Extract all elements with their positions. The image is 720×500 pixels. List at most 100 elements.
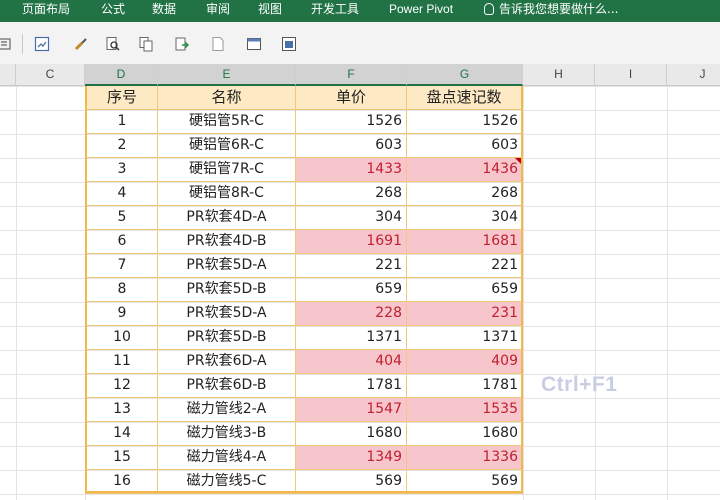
cell-name[interactable]: 磁力管线4-A [158, 446, 296, 470]
table-row: 14 磁力管线3-B 1680 1680 [85, 422, 523, 446]
cell-price[interactable]: 221 [296, 254, 407, 278]
table-row: 4 硬铝管8R-C 268 268 [85, 182, 523, 206]
copy-icon[interactable] [138, 36, 154, 52]
cell-price[interactable]: 304 [296, 206, 407, 230]
cell-name[interactable]: PR软套4D-B [158, 230, 296, 254]
ribbon-tab-bar: 页面布局 公式 数据 审阅 视图 开发工具 Power Pivot 告诉我您想要… [0, 0, 720, 22]
cell-index[interactable]: 13 [85, 398, 158, 422]
cell-count[interactable]: 603 [407, 134, 523, 158]
comment-indicator-icon[interactable] [515, 158, 521, 164]
cell-index[interactable]: 8 [85, 278, 158, 302]
cell-price[interactable]: 1433 [296, 158, 407, 182]
cell-name[interactable]: PR软套5D-A [158, 302, 296, 326]
cell-index[interactable]: 6 [85, 230, 158, 254]
cell-count[interactable]: 1436 [407, 158, 523, 182]
cell-name[interactable]: 硬铝管6R-C [158, 134, 296, 158]
column-header-b[interactable] [0, 64, 16, 86]
cell-price[interactable]: 1691 [296, 230, 407, 254]
table-row: 15 磁力管线4-A 1349 1336 [85, 446, 523, 470]
cell-index[interactable]: 15 [85, 446, 158, 470]
refresh-icon[interactable] [34, 36, 50, 52]
cell-name[interactable]: PR软套6D-B [158, 374, 296, 398]
cell-count[interactable]: 1535 [407, 398, 523, 422]
cell-name[interactable]: PR软套5D-B [158, 278, 296, 302]
cell-count[interactable]: 659 [407, 278, 523, 302]
table-row: 5 PR软套4D-A 304 304 [85, 206, 523, 230]
cell-price[interactable]: 268 [296, 182, 407, 206]
tell-me-box[interactable]: 告诉我您想要做什么... [484, 0, 618, 22]
column-header-h[interactable]: H [523, 64, 595, 86]
cell-price[interactable]: 404 [296, 350, 407, 374]
cell-price[interactable]: 1547 [296, 398, 407, 422]
cell-name[interactable]: PR软套5D-B [158, 326, 296, 350]
tab-review[interactable]: 审阅 [206, 0, 230, 22]
header-name[interactable]: 名称 [158, 86, 296, 110]
header-index[interactable]: 序号 [85, 86, 158, 110]
cell-index[interactable]: 10 [85, 326, 158, 350]
tab-page-layout[interactable]: 页面布局 [22, 0, 70, 22]
cell-price[interactable]: 1680 [296, 422, 407, 446]
cell-index[interactable]: 14 [85, 422, 158, 446]
cell-name[interactable]: PR软套4D-A [158, 206, 296, 230]
tab-formulas[interactable]: 公式 [101, 0, 125, 22]
cell-name[interactable]: PR软套5D-A [158, 254, 296, 278]
cell-name[interactable]: 磁力管线2-A [158, 398, 296, 422]
cell-count[interactable]: 1371 [407, 326, 523, 350]
cell-count[interactable]: 304 [407, 206, 523, 230]
cell-count[interactable]: 268 [407, 182, 523, 206]
brush-icon[interactable] [73, 36, 89, 52]
cell-count[interactable]: 1781 [407, 374, 523, 398]
cell-count[interactable]: 1336 [407, 446, 523, 470]
tab-data[interactable]: 数据 [152, 0, 176, 22]
grid-line [595, 86, 596, 500]
column-header-i[interactable]: I [595, 64, 667, 86]
cell-price[interactable]: 1781 [296, 374, 407, 398]
sort-icon[interactable] [0, 36, 12, 52]
file-icon[interactable] [210, 36, 226, 52]
cell-index[interactable]: 1 [85, 110, 158, 134]
cell-count[interactable]: 231 [407, 302, 523, 326]
cell-count[interactable]: 1680 [407, 422, 523, 446]
table-row: 3 硬铝管7R-C 1433 1436 [85, 158, 523, 182]
column-header-j[interactable]: J [667, 64, 720, 86]
paste-icon[interactable] [174, 36, 190, 52]
cell-index[interactable]: 11 [85, 350, 158, 374]
table-row: 10 PR软套5D-B 1371 1371 [85, 326, 523, 350]
cell-price[interactable]: 1349 [296, 446, 407, 470]
tab-power-pivot[interactable]: Power Pivot [389, 0, 453, 22]
cell-count[interactable]: 221 [407, 254, 523, 278]
save-icon[interactable] [281, 36, 297, 52]
column-header-g[interactable]: G [407, 64, 523, 86]
cell-price[interactable]: 1371 [296, 326, 407, 350]
cell-index[interactable]: 3 [85, 158, 158, 182]
header-price[interactable]: 单价 [296, 86, 407, 110]
cell-count[interactable]: 409 [407, 350, 523, 374]
cell-index[interactable]: 7 [85, 254, 158, 278]
cell-price[interactable]: 1526 [296, 110, 407, 134]
header-count[interactable]: 盘点速记数 [407, 86, 523, 110]
cell-index[interactable]: 9 [85, 302, 158, 326]
cell-name[interactable]: 硬铝管8R-C [158, 182, 296, 206]
cell-name[interactable]: 硬铝管7R-C [158, 158, 296, 182]
column-header-f[interactable]: F [296, 64, 407, 86]
cell-index[interactable]: 2 [85, 134, 158, 158]
window-icon[interactable] [246, 36, 262, 52]
cell-name[interactable]: PR软套6D-A [158, 350, 296, 374]
column-header-e[interactable]: E [158, 64, 296, 86]
cell-count[interactable]: 1681 [407, 230, 523, 254]
column-header-d[interactable]: D [85, 64, 158, 86]
cell-index[interactable]: 5 [85, 206, 158, 230]
zoom-icon[interactable] [105, 36, 121, 52]
tab-developer[interactable]: 开发工具 [311, 0, 359, 22]
column-header-c[interactable]: C [16, 64, 85, 86]
cell-price[interactable]: 659 [296, 278, 407, 302]
grid-line [523, 86, 524, 500]
cell-price[interactable]: 603 [296, 134, 407, 158]
cell-index[interactable]: 12 [85, 374, 158, 398]
cell-name[interactable]: 硬铝管5R-C [158, 110, 296, 134]
cell-index[interactable]: 4 [85, 182, 158, 206]
cell-count[interactable]: 1526 [407, 110, 523, 134]
tab-view[interactable]: 视图 [258, 0, 282, 22]
cell-name[interactable]: 磁力管线3-B [158, 422, 296, 446]
cell-price[interactable]: 228 [296, 302, 407, 326]
